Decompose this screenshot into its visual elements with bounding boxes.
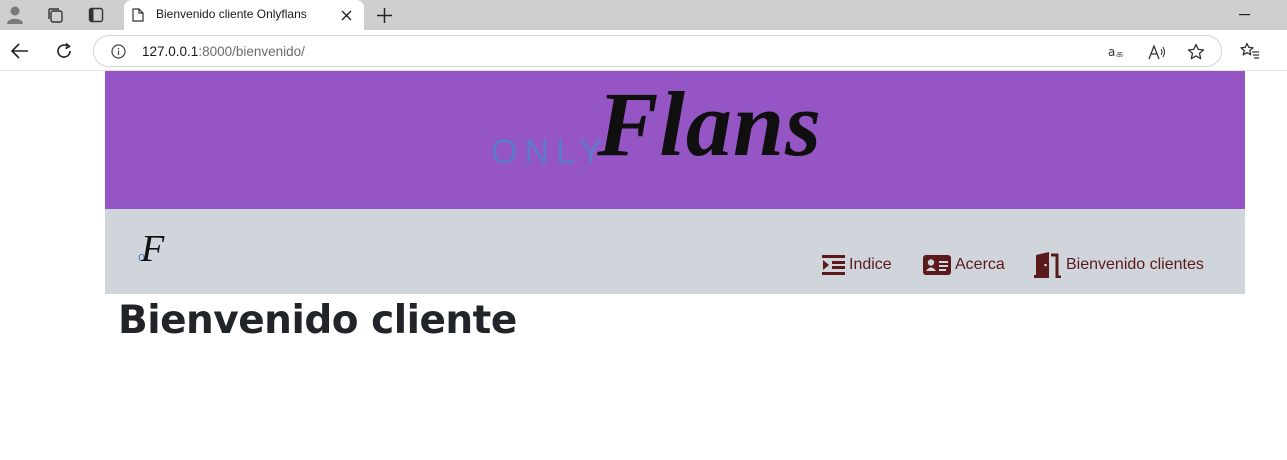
page-icon	[130, 0, 146, 30]
tab-title: Bienvenido cliente Onlyflans	[156, 7, 307, 21]
nav-item-bienvenido-clientes[interactable]: Bienvenido clientes	[1034, 252, 1204, 278]
url-text: 127.0.0.1:8000/bienvenido/	[142, 44, 305, 59]
url-field[interactable]: 127.0.0.1:8000/bienvenido/ aக	[93, 35, 1222, 67]
back-icon[interactable]	[8, 39, 32, 63]
workspaces-icon[interactable]	[44, 0, 66, 30]
nav-label-bienvenido-clientes: Bienvenido clientes	[1066, 256, 1204, 273]
svg-text:க: க	[1116, 47, 1123, 59]
tab-actions-icon[interactable]	[86, 0, 106, 30]
hero-banner: ONLY Flans	[105, 71, 1245, 209]
logo-flans-text: Flans	[597, 73, 822, 175]
favorites-icon[interactable]	[1238, 39, 1262, 63]
favorite-star-icon[interactable]	[1186, 42, 1206, 62]
navbar-logo[interactable]: o F	[133, 228, 177, 273]
read-aloud-icon[interactable]	[1147, 42, 1167, 62]
browser-tab-active[interactable]: Bienvenido cliente Onlyflans	[124, 0, 364, 30]
minimize-window-icon[interactable]	[1234, 0, 1254, 30]
url-host: 127.0.0.1	[142, 44, 199, 59]
svg-text:a: a	[1108, 45, 1115, 59]
navbar-logo-f: F	[141, 228, 165, 270]
navbar: o F Indice Acerca Bienvenido clientes	[105, 209, 1245, 294]
nav-label-acerca: Acerca	[955, 256, 1005, 273]
address-bar: 127.0.0.1:8000/bienvenido/ aக	[0, 30, 1287, 71]
close-tab-icon[interactable]	[336, 0, 356, 30]
profile-icon[interactable]	[4, 0, 26, 30]
door-open-icon	[1034, 252, 1062, 278]
page-title: Bienvenido cliente	[118, 298, 517, 343]
new-tab-icon[interactable]	[374, 0, 394, 30]
browser-tab-bar: Bienvenido cliente Onlyflans	[0, 0, 1287, 30]
nav-item-indice[interactable]: Indice	[822, 254, 892, 276]
url-path: :8000/bienvenido/	[198, 44, 305, 59]
logo-only-text: ONLY	[491, 133, 610, 171]
nav-label-indice: Indice	[849, 256, 892, 273]
refresh-icon[interactable]	[52, 39, 76, 63]
indent-icon	[822, 254, 845, 276]
site-info-icon[interactable]	[110, 43, 127, 60]
nav-item-acerca[interactable]: Acerca	[923, 254, 1005, 276]
translate-icon[interactable]: aக	[1107, 42, 1127, 62]
id-card-icon	[923, 254, 951, 276]
